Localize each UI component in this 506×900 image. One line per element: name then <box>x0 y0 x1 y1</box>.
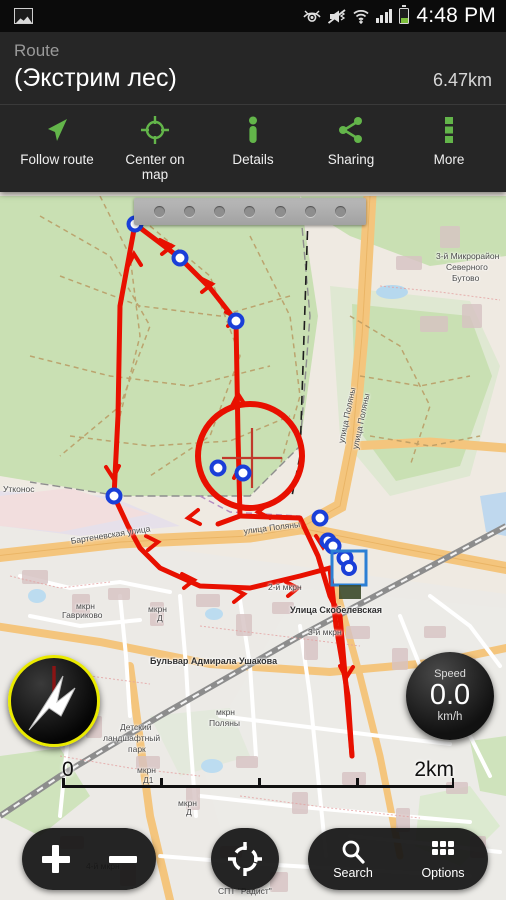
follow-route-button[interactable]: Follow route <box>8 113 106 182</box>
status-bar: 4:48 PM <box>0 0 506 32</box>
handle-dot <box>244 206 256 217</box>
handle-dot <box>183 206 195 217</box>
scale-tick <box>356 778 359 788</box>
vibrate-muted-icon <box>327 8 346 24</box>
bottom-control-bar: Search Options <box>0 822 506 900</box>
center-on-map-label: Center on map <box>125 152 185 182</box>
crosshair-target-icon <box>140 113 170 147</box>
search-icon <box>342 840 365 864</box>
center-on-location-button[interactable] <box>214 828 276 890</box>
options-button[interactable]: Options <box>412 828 474 890</box>
follow-route-label: Follow route <box>20 152 94 167</box>
handle-dot <box>153 206 165 217</box>
scale-tick <box>160 778 163 788</box>
center-location-group <box>211 828 279 890</box>
scale-tick <box>451 778 454 788</box>
plus-icon <box>41 845 70 873</box>
more-button[interactable]: More <box>400 113 498 182</box>
scale-tick <box>258 778 261 788</box>
app-root: Утконос Бартеневская улица улица Поляны … <box>0 0 506 900</box>
handle-dot <box>305 206 317 217</box>
zoom-controls-group <box>22 828 156 890</box>
scale-tick <box>62 778 65 788</box>
speed-unit: km/h <box>437 711 463 723</box>
handle-dot <box>335 206 347 217</box>
search-options-group: Search Options <box>308 828 488 890</box>
navigation-arrow-icon <box>42 113 72 147</box>
share-icon <box>336 113 366 147</box>
status-clock: 4:48 PM <box>416 4 496 27</box>
route-distance: 6.47km <box>432 70 492 90</box>
image-notification-icon <box>14 8 33 24</box>
panel-drag-handle[interactable] <box>134 198 366 225</box>
minus-icon <box>108 845 137 873</box>
options-label: Options <box>421 865 465 880</box>
details-button[interactable]: Details <box>204 113 302 182</box>
route-header: Route (Экстрим лес) 6.47km <box>0 32 506 105</box>
scale-max-label: 2km <box>414 758 454 781</box>
speed-value: 0.0 <box>429 679 471 711</box>
details-label: Details <box>232 152 274 167</box>
handle-dot <box>214 206 226 217</box>
zoom-out-button[interactable] <box>92 828 154 890</box>
compass-widget[interactable] <box>8 655 100 747</box>
center-on-map-button[interactable]: Center on map <box>106 113 204 182</box>
speed-widget: Speed 0.0 km/h <box>406 652 494 740</box>
search-label: Search <box>333 865 373 880</box>
overflow-dots-icon <box>434 113 464 147</box>
search-button[interactable]: Search <box>322 828 384 890</box>
handle-dot <box>274 206 286 217</box>
map-scale-bar: 0 2km <box>62 754 454 788</box>
sharing-button[interactable]: Sharing <box>302 113 400 182</box>
map-canvas[interactable]: Утконос Бартеневская улица улица Поляны … <box>0 196 506 900</box>
compass-arrow-icon <box>28 675 76 731</box>
zoom-in-button[interactable] <box>25 828 87 890</box>
info-icon <box>238 113 268 147</box>
crosshair-target-icon <box>228 842 262 876</box>
wifi-icon <box>353 9 369 24</box>
eye-icon <box>303 10 321 23</box>
grid-dots-icon <box>432 840 454 855</box>
route-kicker-label: Route <box>14 41 60 60</box>
more-label: More <box>433 152 465 167</box>
route-action-toolbar: Follow route Center on map Details Shari… <box>0 105 506 192</box>
signal-bars-icon <box>375 9 393 23</box>
battery-icon <box>399 5 410 24</box>
sharing-label: Sharing <box>327 152 375 167</box>
route-info-panel: Route (Экстрим лес) 6.47km Follow route <box>0 32 506 192</box>
route-title: (Экстрим лес) <box>14 64 177 92</box>
